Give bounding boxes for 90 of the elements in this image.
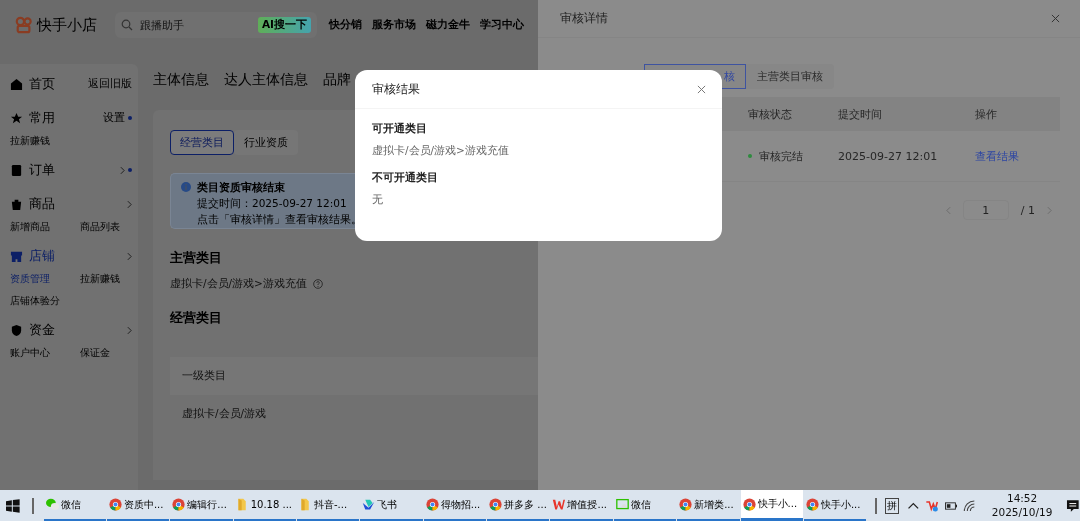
logo-text: 快手小店 [37, 15, 97, 35]
taskbar-app[interactable]: 10.18 ... [233, 490, 296, 521]
sidebar-action[interactable]: 设置 [103, 111, 125, 125]
page-tab[interactable]: 品牌 [323, 71, 351, 89]
browser-icon [679, 498, 693, 511]
table-cell: 虚拟卡/会员/游戏 [182, 407, 267, 421]
taskbar-app[interactable]: 快手小... [803, 490, 867, 521]
nav-link[interactable]: 快分销 [329, 18, 362, 32]
notice-title: 类目资质审核结束 [197, 180, 286, 195]
page-total: / 1 [1020, 203, 1035, 217]
taskbar-app[interactable]: 增值授... [550, 490, 613, 521]
chat-window-icon [615, 498, 629, 511]
taskbar-app[interactable]: 快手小... [740, 490, 803, 521]
sidebar-link[interactable]: 店铺体验分 [10, 294, 80, 308]
section-heading: 可开通类目 [372, 121, 427, 136]
category-path: 虚拟卡/会员/游戏>游戏充值 [170, 277, 307, 291]
section-heading: 经营类目 [170, 309, 223, 327]
battery-icon[interactable] [944, 499, 958, 512]
nav-link[interactable]: 服务市场 [372, 18, 416, 32]
wifi-icon[interactable] [963, 499, 976, 512]
view-result-link[interactable]: 查看结果 [975, 148, 1060, 164]
clock[interactable]: 14:52 2025/10/19 [991, 492, 1053, 519]
folder-icon [235, 498, 249, 511]
taskbar-app[interactable]: 得物招... [423, 490, 487, 521]
dialog-title: 审核结果 [372, 80, 420, 98]
browser-icon [805, 498, 819, 511]
info-icon [181, 182, 191, 192]
windows-start-icon[interactable] [6, 498, 20, 513]
page-tab[interactable]: 主体信息 [153, 71, 209, 89]
search-field[interactable]: 跟播助手 AI搜一下 [115, 12, 317, 38]
taskbar-app[interactable]: 新增类... [677, 490, 740, 521]
sidebar-item[interactable]: 商品 [29, 195, 55, 213]
logo-icon [15, 16, 33, 34]
notice-text: 点击「审核详情」查看审核结果。 [197, 213, 362, 227]
sidebar-link[interactable]: 商品列表 [80, 220, 140, 234]
app-tray-icon[interactable] [925, 499, 939, 512]
browser-icon [425, 498, 439, 511]
ai-search-button[interactable]: AI搜一下 [257, 17, 311, 33]
sidebar-item[interactable]: 首页 [29, 75, 55, 93]
taskbar-app[interactable]: 资质中... [106, 490, 170, 521]
page-tab[interactable]: 达人主体信息 [224, 71, 308, 89]
sidebar-action[interactable]: 返回旧版 [88, 77, 132, 91]
notice-text: 提交时间：2025-09-27 12:01 [197, 197, 348, 211]
nav-link[interactable]: 磁力金牛 [426, 18, 470, 32]
drawer-title: 审核详情 [560, 10, 608, 27]
section-heading: 不可开通类目 [372, 170, 438, 185]
taskbar-app[interactable]: 编辑行... [170, 490, 233, 521]
review-tab[interactable]: 主营类目审核 [746, 64, 834, 89]
sidebar-link[interactable]: 拉新赚钱 [80, 272, 140, 286]
category-tab[interactable]: 行业资质 [234, 130, 298, 155]
category-text: 无 [372, 193, 383, 207]
sidebar-item[interactable]: 常用 [29, 109, 55, 127]
browser-icon [742, 497, 756, 511]
column-header: 提交时间 [838, 106, 883, 122]
input-method-indicator[interactable]: 拼 [885, 497, 900, 514]
sidebar-link[interactable]: 新增商品 [10, 220, 80, 234]
close-icon[interactable] [697, 84, 706, 94]
notification-icon[interactable] [1066, 498, 1080, 513]
sidebar-item[interactable]: 订单 [29, 161, 55, 179]
sidebar-link[interactable]: 账户中心 [10, 346, 80, 360]
sidebar-item[interactable]: 店铺 [29, 247, 55, 265]
column-header: 审核状态 [748, 106, 793, 122]
browser-icon [108, 498, 122, 511]
table-cell-text: 2025-09-27 12:01 [838, 149, 939, 163]
folder-icon [299, 498, 312, 511]
help-icon[interactable] [312, 279, 323, 289]
page-input[interactable]: 1 [962, 200, 1009, 220]
browser-icon [489, 498, 503, 511]
taskbar-app[interactable]: 微信 [613, 490, 677, 521]
wps-icon [552, 498, 566, 511]
sidebar-link[interactable]: 拉新赚钱 [10, 134, 80, 148]
sidebar-link[interactable]: 保证金 [80, 346, 140, 360]
nav-link[interactable]: 学习中心 [480, 18, 524, 32]
status-text: 审核完结 [759, 148, 803, 164]
section-heading: 主营类目 [170, 249, 223, 267]
taskbar-app[interactable]: 抖音-... [297, 490, 360, 521]
sidebar-item[interactable]: 资金 [29, 321, 55, 339]
search-icon [121, 19, 133, 31]
browser-icon [172, 498, 186, 511]
taskbar-app[interactable]: 拼多多 ... [487, 490, 550, 521]
bird-icon [362, 498, 376, 511]
category-text: 虚拟卡/会员/游戏>游戏充值 [372, 144, 509, 158]
taskbar-app[interactable]: 飞书 [360, 490, 423, 521]
column-header: 操作 [975, 106, 998, 122]
sidebar-link[interactable]: 资质管理 [10, 272, 80, 286]
taskbar-app[interactable]: 微信 [43, 490, 106, 521]
category-tab[interactable]: 经营类目 [170, 130, 234, 155]
close-icon[interactable] [1051, 14, 1060, 23]
column-header: 一级类目 [182, 369, 226, 383]
chat-bubbles-icon [45, 498, 59, 511]
